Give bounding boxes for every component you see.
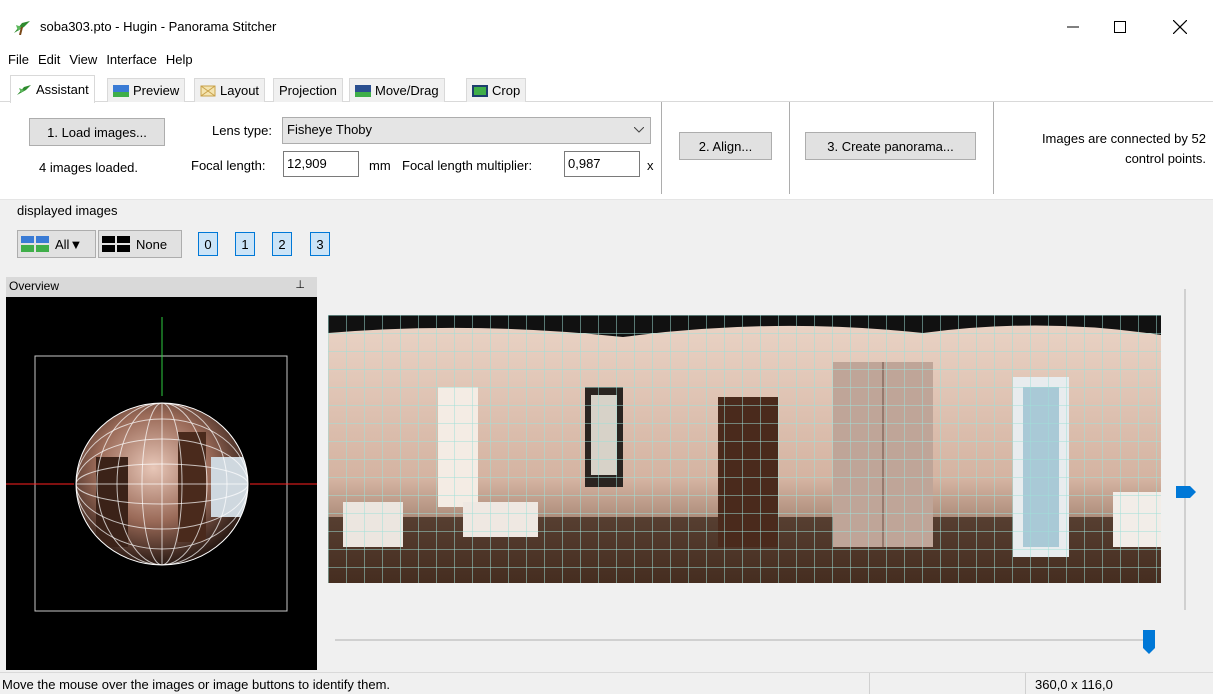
lens-type-value: Fisheye Thoby	[287, 122, 373, 137]
separator	[789, 102, 790, 194]
show-none-button[interactable]: None	[98, 230, 182, 258]
control-points-status: Images are connected by 52 control point…	[1000, 129, 1206, 169]
pin-icon[interactable]: ⊥	[295, 278, 305, 291]
close-button[interactable]	[1157, 9, 1203, 45]
none-label: None	[136, 236, 168, 252]
maximize-icon	[1114, 21, 1126, 33]
tab-projection[interactable]: Projection	[273, 78, 343, 102]
multiplier-field[interactable]: 0,987	[564, 151, 640, 177]
menu-help[interactable]: Help	[162, 52, 198, 67]
overview-canvas[interactable]	[6, 297, 317, 670]
tab-label: Projection	[279, 83, 337, 98]
hugin-icon	[14, 21, 30, 35]
tab-crop[interactable]: Crop	[466, 78, 527, 102]
create-panorama-button[interactable]: 3. Create panorama...	[805, 132, 976, 160]
displayed-images-heading: displayed images	[17, 203, 118, 218]
tab-label: Crop	[492, 83, 521, 98]
multiplier-label: Focal length multiplier:	[402, 158, 533, 173]
tab-label: Preview	[133, 83, 180, 98]
preview-panel	[323, 277, 1213, 670]
status-bar: Move the mouse over the images or image …	[0, 672, 1213, 694]
fov-readout: 360,0 x 116,0	[1035, 677, 1113, 692]
menu-edit[interactable]: Edit	[34, 52, 65, 67]
focal-length-unit: mm	[369, 158, 391, 173]
layout-icon	[200, 85, 216, 96]
images-loaded-text: 4 images loaded.	[39, 160, 139, 175]
lens-type-label: Lens type:	[212, 123, 272, 138]
align-button[interactable]: 2. Align...	[679, 132, 772, 160]
menu-view[interactable]: View	[65, 52, 102, 67]
tab-label: Assistant	[36, 82, 89, 97]
menu-file[interactable]: File	[4, 52, 34, 67]
preview-icon	[113, 84, 129, 97]
menu-interface[interactable]: Interface	[102, 52, 162, 67]
window-title: soba303.pto - Hugin - Panorama Stitcher	[40, 19, 277, 34]
tab-layout[interactable]: Layout	[194, 78, 266, 102]
tab-label: Move/Drag	[375, 83, 439, 98]
menu-bar: File Edit View Interface Help	[0, 46, 1213, 72]
multiplier-unit: x	[647, 158, 654, 173]
close-icon	[1173, 20, 1187, 34]
separator	[1025, 673, 1026, 694]
image-button-1[interactable]: 1	[235, 232, 255, 256]
tab-move-drag[interactable]: Move/Drag	[349, 78, 445, 102]
image-button-2[interactable]: 2	[272, 232, 292, 256]
status-line: Images are connected by 52	[1041, 131, 1206, 146]
tab-preview[interactable]: Preview	[107, 78, 186, 102]
separator	[993, 102, 994, 194]
overview-header: Overview ⊥	[6, 277, 317, 297]
separator	[869, 673, 870, 694]
lens-type-select[interactable]: Fisheye Thoby	[282, 117, 651, 144]
status-line: control points.	[1125, 151, 1206, 166]
crop-icon	[472, 84, 488, 97]
preview-grid	[328, 315, 1161, 583]
show-none-icon	[102, 236, 130, 252]
overview-sphere-view[interactable]	[6, 297, 317, 670]
displayed-images-panel: displayed images All▼ None 0 1 2 3	[0, 199, 1213, 269]
minimize-button[interactable]	[1050, 9, 1096, 45]
maximize-button[interactable]	[1097, 9, 1143, 45]
image-button-0[interactable]: 0	[198, 232, 218, 256]
image-button-3[interactable]: 3	[310, 232, 330, 256]
tab-label: Layout	[220, 83, 260, 98]
show-all-icon	[21, 236, 49, 252]
all-label: All▼	[55, 236, 83, 252]
status-message: Move the mouse over the images or image …	[2, 677, 391, 692]
show-all-button[interactable]: All▼	[17, 230, 96, 258]
tab-bar: Assistant Preview Layout Projection Move…	[0, 72, 1213, 103]
tab-assistant[interactable]: Assistant	[10, 75, 95, 103]
title-bar: soba303.pto - Hugin - Panorama Stitcher	[0, 0, 1213, 46]
horizontal-slider-thumb[interactable]	[1143, 630, 1155, 654]
move-icon	[355, 84, 371, 97]
vertical-slider-thumb[interactable]	[1176, 486, 1196, 498]
assistant-panel: 1. Load images... 4 images loaded. Lens …	[0, 102, 1213, 199]
chevron-down-icon	[634, 127, 644, 133]
overview-title: Overview	[9, 279, 60, 293]
hugin-icon	[17, 84, 31, 95]
minimize-icon	[1067, 26, 1079, 28]
focal-length-label: Focal length:	[191, 158, 266, 173]
panorama-preview[interactable]	[323, 277, 1213, 670]
load-images-button[interactable]: 1. Load images...	[29, 118, 165, 146]
focal-length-field[interactable]: 12,909	[283, 151, 359, 177]
separator	[661, 102, 662, 194]
